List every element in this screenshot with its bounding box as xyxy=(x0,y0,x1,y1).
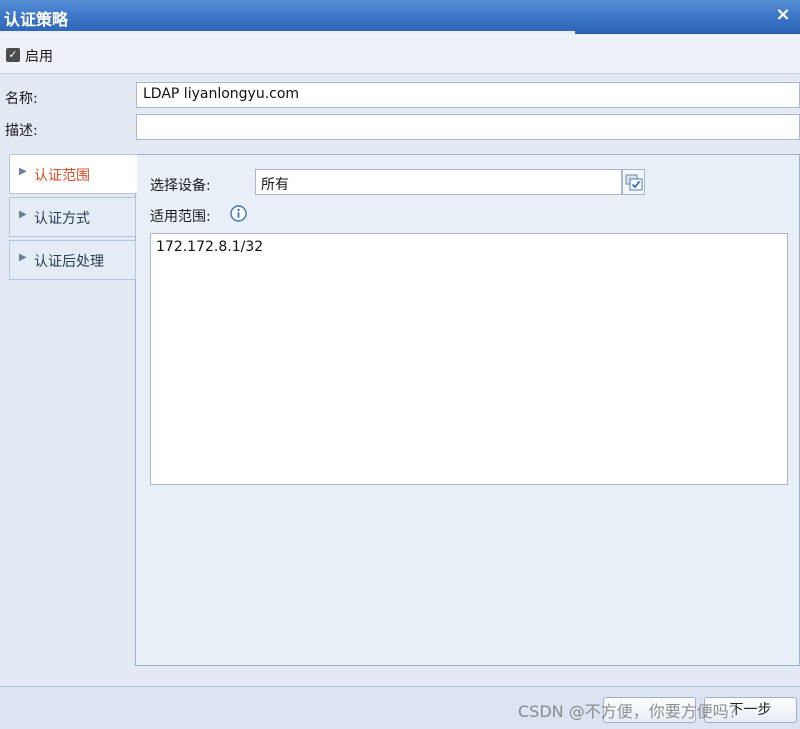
device-select[interactable]: 所有 xyxy=(255,169,622,195)
next-button[interactable]: 下一步 xyxy=(704,697,797,723)
info-icon[interactable] xyxy=(230,205,247,222)
close-icon[interactable]: × xyxy=(772,4,794,26)
name-label: 名称: xyxy=(5,91,38,107)
select-device-icon[interactable] xyxy=(622,169,645,195)
tab-post-auth[interactable]: ▶ 认证后处理 xyxy=(9,240,136,280)
tab-label: 认证范围 xyxy=(34,168,90,184)
enable-row: ✓ 启用 xyxy=(0,34,800,74)
tab-auth-method[interactable]: ▶ 认证方式 xyxy=(9,197,136,237)
chevron-right-icon: ▶ xyxy=(19,252,27,263)
tab-auth-scope[interactable]: ▶ 认证范围 xyxy=(9,154,137,194)
chevron-right-icon: ▶ xyxy=(19,166,27,177)
name-input[interactable]: LDAP liyanlongyu.com xyxy=(136,82,800,108)
tab-label: 认证后处理 xyxy=(34,254,104,270)
title-bar: 认证策略 × xyxy=(0,0,800,34)
window-title: 认证策略 xyxy=(4,10,69,29)
scope-range-textarea[interactable]: 172.172.8.1/32 xyxy=(150,233,788,485)
enable-label: 启用 xyxy=(25,49,53,65)
tab-label: 认证方式 xyxy=(34,211,90,227)
select-device-label: 选择设备: xyxy=(150,178,211,194)
enable-checkbox[interactable]: ✓ xyxy=(6,48,20,62)
previous-button[interactable] xyxy=(603,697,696,723)
scope-range-label: 适用范围: xyxy=(150,209,211,225)
description-input[interactable] xyxy=(136,114,800,140)
description-label: 描述: xyxy=(5,123,38,139)
footer-bar: 下一步 xyxy=(0,686,800,729)
chevron-right-icon: ▶ xyxy=(19,209,27,220)
